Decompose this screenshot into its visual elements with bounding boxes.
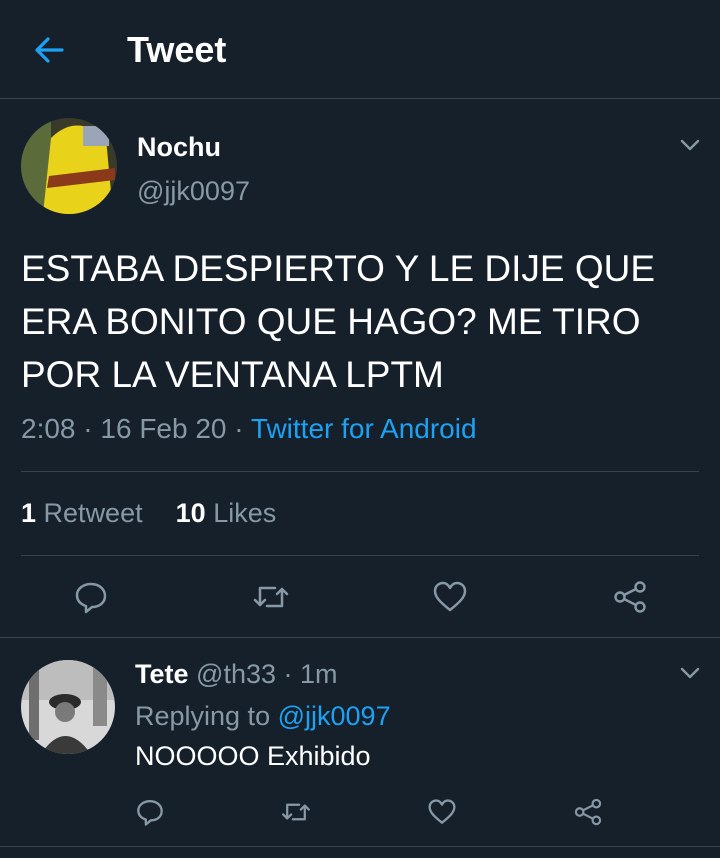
likes-count: 10: [175, 498, 206, 528]
replying-to: Replying to @jjk0097: [135, 701, 391, 732]
reply-icon: [137, 800, 163, 826]
tweet-stats: 1 Retweet 10 Likes: [21, 498, 276, 529]
divider: [0, 846, 720, 847]
replying-to-mention[interactable]: @jjk0097: [278, 701, 391, 731]
reply-text: NOOOOO Exhibido: [135, 741, 371, 771]
reply-header: Tete @th33 · 1m: [135, 659, 338, 690]
tweet-menu-button[interactable]: [679, 138, 701, 152]
retweets-label: Retweet: [43, 498, 143, 528]
reply-author-avatar[interactable]: [21, 660, 115, 754]
meta-dot: ·: [83, 413, 101, 444]
reply-like-button[interactable]: [425, 795, 459, 829]
likes-stat[interactable]: 10 Likes: [176, 498, 277, 528]
reply-menu-button[interactable]: [679, 666, 701, 680]
meta-dot: ·: [283, 659, 293, 689]
reply-reply-button[interactable]: [133, 795, 167, 829]
retweet-button[interactable]: [251, 577, 291, 617]
reply-author-name[interactable]: Tete: [135, 659, 189, 689]
tweet-meta: 2:08 · 16 Feb 20 · Twitter for Android: [21, 413, 477, 445]
divider: [21, 555, 699, 556]
retweets-stat[interactable]: 1 Retweet: [21, 498, 143, 528]
retweet-icon: [253, 586, 289, 608]
reply-share-button[interactable]: [571, 795, 605, 829]
divider: [21, 471, 699, 472]
share-button[interactable]: [610, 577, 650, 617]
retweet-icon: [282, 803, 310, 821]
retweets-count: 1: [21, 498, 37, 528]
reply-age: 1m: [300, 659, 338, 689]
like-icon: [428, 799, 456, 824]
like-button[interactable]: [430, 577, 470, 617]
tweet-date: 16 Feb 20: [100, 413, 227, 444]
like-icon: [433, 581, 467, 612]
author-name[interactable]: Nochu: [137, 132, 221, 163]
reply-button[interactable]: [71, 577, 111, 617]
reply-author-handle[interactable]: @th33: [196, 659, 276, 689]
back-button[interactable]: [32, 34, 68, 66]
share-icon: [574, 798, 602, 826]
tweet-text: ESTABA DESPIERTO Y LE DIJE QUE ERA BONIT…: [21, 248, 656, 395]
page-title: Tweet: [127, 29, 227, 70]
divider: [0, 637, 720, 638]
chevron-down-icon: [680, 139, 700, 151]
replying-prefix: Replying to: [135, 701, 271, 731]
author-avatar[interactable]: [21, 118, 117, 214]
share-icon: [614, 581, 646, 613]
meta-dot: ·: [234, 413, 251, 444]
tweet-source-link[interactable]: Twitter for Android: [251, 413, 477, 444]
top-bar: Tweet: [0, 0, 720, 99]
author-handle[interactable]: @jjk0097: [137, 176, 250, 207]
likes-label: Likes: [213, 498, 277, 528]
tweet-time: 2:08: [21, 413, 76, 444]
reply-icon: [75, 582, 107, 614]
back-arrow-icon: [35, 37, 64, 63]
chevron-down-icon: [680, 667, 700, 679]
reply-retweet-button[interactable]: [279, 795, 313, 829]
